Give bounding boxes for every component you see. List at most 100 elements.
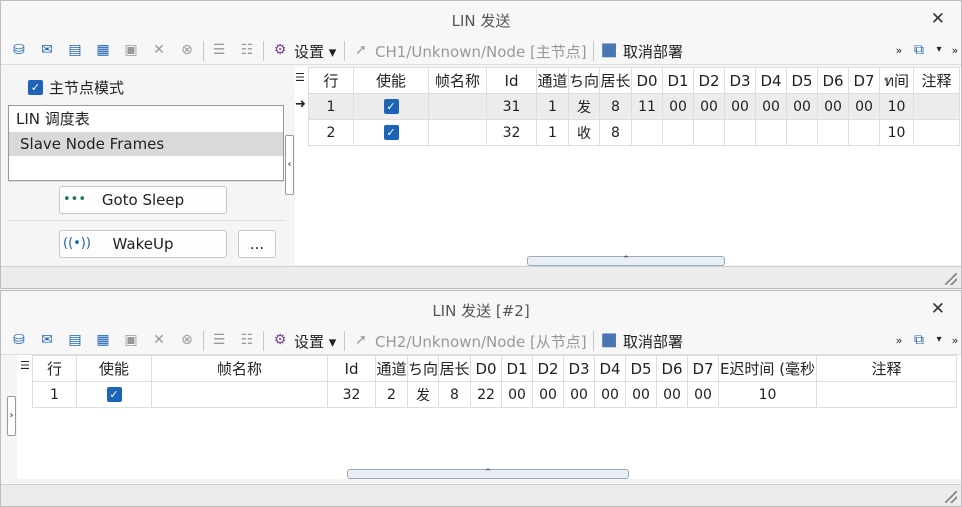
overflow-chevron-icon[interactable]: » (945, 330, 962, 350)
cell-d4[interactable]: 00 (594, 381, 627, 408)
table-row[interactable]: 2 ✓ 32 1 收 8 10 (308, 119, 961, 146)
table-row[interactable]: 1 ✓ 32 2 发 8 22 00 00 00 00 00 00 00 10 (32, 381, 958, 408)
cell-d3[interactable] (724, 119, 757, 146)
overflow-chevron-icon[interactable]: » (945, 40, 962, 60)
col-header-d4[interactable]: D4 (594, 355, 627, 382)
cursor-icon[interactable]: ➚ (351, 40, 371, 60)
cancel-icon[interactable]: ⊗ (177, 330, 197, 350)
col-header-d6[interactable]: D6 (656, 355, 689, 382)
col-header-d3[interactable]: D3 (724, 67, 757, 94)
database-icon[interactable]: ⛁ (9, 40, 29, 60)
col-header-note[interactable]: 注释 (913, 67, 961, 94)
export-icon[interactable]: ⧉ (909, 330, 929, 350)
cell-d7[interactable] (848, 119, 881, 146)
col-header-d1[interactable]: D1 (501, 355, 534, 382)
cell-d5[interactable]: 00 (625, 381, 658, 408)
col-header-d7[interactable]: D7 (687, 355, 720, 382)
stop-icon[interactable]: ■ (599, 330, 619, 350)
settings-dropdown[interactable]: 设置 ▾ (294, 331, 336, 352)
col-header-row[interactable]: 行 (308, 67, 354, 94)
close-icon[interactable]: ✕ (931, 9, 945, 29)
check-icon[interactable]: ✓ (106, 387, 122, 402)
copy-icon[interactable]: ▤ (65, 330, 85, 350)
cell-enable[interactable]: ✓ (76, 381, 152, 408)
cell-d4[interactable]: 00 (755, 93, 788, 120)
col-header-frame-name[interactable]: 帧名称 (151, 355, 328, 382)
cell-frame-name[interactable] (428, 93, 487, 120)
cell-time[interactable]: 10 (718, 381, 818, 408)
overflow-chevron-icon[interactable]: » (889, 40, 909, 60)
col-header-d2[interactable]: D2 (532, 355, 565, 382)
lock-icon[interactable]: ▣ (121, 330, 141, 350)
cell-length[interactable]: 8 (599, 119, 633, 146)
cell-d1[interactable]: 00 (501, 381, 534, 408)
cell-frame-name[interactable] (151, 381, 328, 408)
row-menu-icon[interactable]: ☰ (295, 71, 305, 84)
col-header-length[interactable]: 居长 (438, 355, 472, 382)
cell-id[interactable]: 32 (486, 119, 537, 146)
undeploy-button[interactable]: 取消部署 (623, 41, 683, 62)
cursor-icon[interactable]: ➚ (351, 330, 371, 350)
table-row[interactable]: 1 ✓ 31 1 发 8 11 00 00 00 00 00 00 00 10 (308, 93, 961, 120)
cell-length[interactable]: 8 (438, 381, 472, 408)
lock-icon[interactable]: ▣ (121, 40, 141, 60)
check-icon[interactable]: ✓ (383, 125, 399, 140)
col-header-id[interactable]: Id (486, 67, 537, 94)
grid-icon[interactable]: ☰ (209, 40, 229, 60)
cell-note[interactable] (913, 93, 961, 120)
cell-d0[interactable]: 22 (470, 381, 503, 408)
cell-row[interactable]: 2 (308, 119, 354, 146)
resize-grip-icon[interactable] (945, 491, 957, 503)
cell-time[interactable]: 10 (879, 119, 915, 146)
col-header-enable[interactable]: 使能 (353, 67, 429, 94)
cell-note[interactable] (913, 119, 961, 146)
check-icon[interactable]: ✓ (383, 99, 399, 114)
schedule-list[interactable]: LIN 调度表 Slave Node Frames (8, 105, 284, 181)
stop-icon[interactable]: ■ (599, 40, 619, 60)
wakeup-button[interactable]: ((•)) WakeUp (59, 230, 227, 258)
cell-d4[interactable] (755, 119, 788, 146)
paste-icon[interactable]: ▦ (93, 40, 113, 60)
col-header-d6[interactable]: D6 (817, 67, 850, 94)
cell-length[interactable]: 8 (599, 93, 633, 120)
cell-d2[interactable]: 00 (532, 381, 565, 408)
gear-icon[interactable]: ⚙ (270, 330, 290, 350)
col-header-direction[interactable]: ち向 (567, 67, 601, 94)
col-header-d2[interactable]: D2 (693, 67, 726, 94)
mail-icon[interactable]: ✉ (37, 330, 57, 350)
cell-d5[interactable] (786, 119, 819, 146)
overflow-chevron-icon[interactable]: » (889, 330, 909, 350)
cell-note[interactable] (816, 381, 958, 408)
col-header-d3[interactable]: D3 (563, 355, 596, 382)
export-icon[interactable]: ⧉ (909, 40, 929, 60)
resize-grip-icon[interactable] (945, 273, 957, 285)
col-header-delay-time[interactable]: E迟时间 (毫秒 (718, 355, 818, 382)
cell-d2[interactable]: 00 (693, 93, 726, 120)
cell-row[interactable]: 1 (32, 381, 77, 408)
col-header-channel[interactable]: 通道 (375, 355, 408, 382)
cell-d6[interactable]: 00 (656, 381, 689, 408)
copy-icon[interactable]: ▤ (65, 40, 85, 60)
cell-d7[interactable]: 00 (848, 93, 881, 120)
node-selector[interactable]: CH1/Unknown/Node [主节点] (375, 41, 587, 62)
collapse-left-handle[interactable]: ‹ (285, 135, 294, 195)
cancel-icon[interactable]: ⊗ (177, 40, 197, 60)
mail-icon[interactable]: ✉ (37, 40, 57, 60)
list-item[interactable]: LIN 调度表 (9, 106, 283, 132)
cell-direction[interactable]: 发 (567, 93, 601, 120)
cell-channel[interactable]: 1 (536, 93, 569, 120)
col-header-channel[interactable]: 通道 (536, 67, 569, 94)
expand-left-handle[interactable]: › (7, 396, 16, 436)
col-header-d1[interactable]: D1 (662, 67, 695, 94)
horizontal-scrollbar[interactable]: ⌃ (347, 469, 629, 479)
delete-icon[interactable]: ✕ (149, 40, 169, 60)
col-header-note[interactable]: 注释 (816, 355, 958, 382)
col-header-enable[interactable]: 使能 (76, 355, 152, 382)
col-header-frame-name[interactable]: 帧名称 (428, 67, 487, 94)
cell-id[interactable]: 32 (327, 381, 376, 408)
cell-d3[interactable]: 00 (724, 93, 757, 120)
grid-icon[interactable]: ☰ (209, 330, 229, 350)
col-header-d0[interactable]: D0 (631, 67, 664, 94)
cell-channel[interactable]: 1 (536, 119, 569, 146)
cell-d6[interactable] (817, 119, 850, 146)
